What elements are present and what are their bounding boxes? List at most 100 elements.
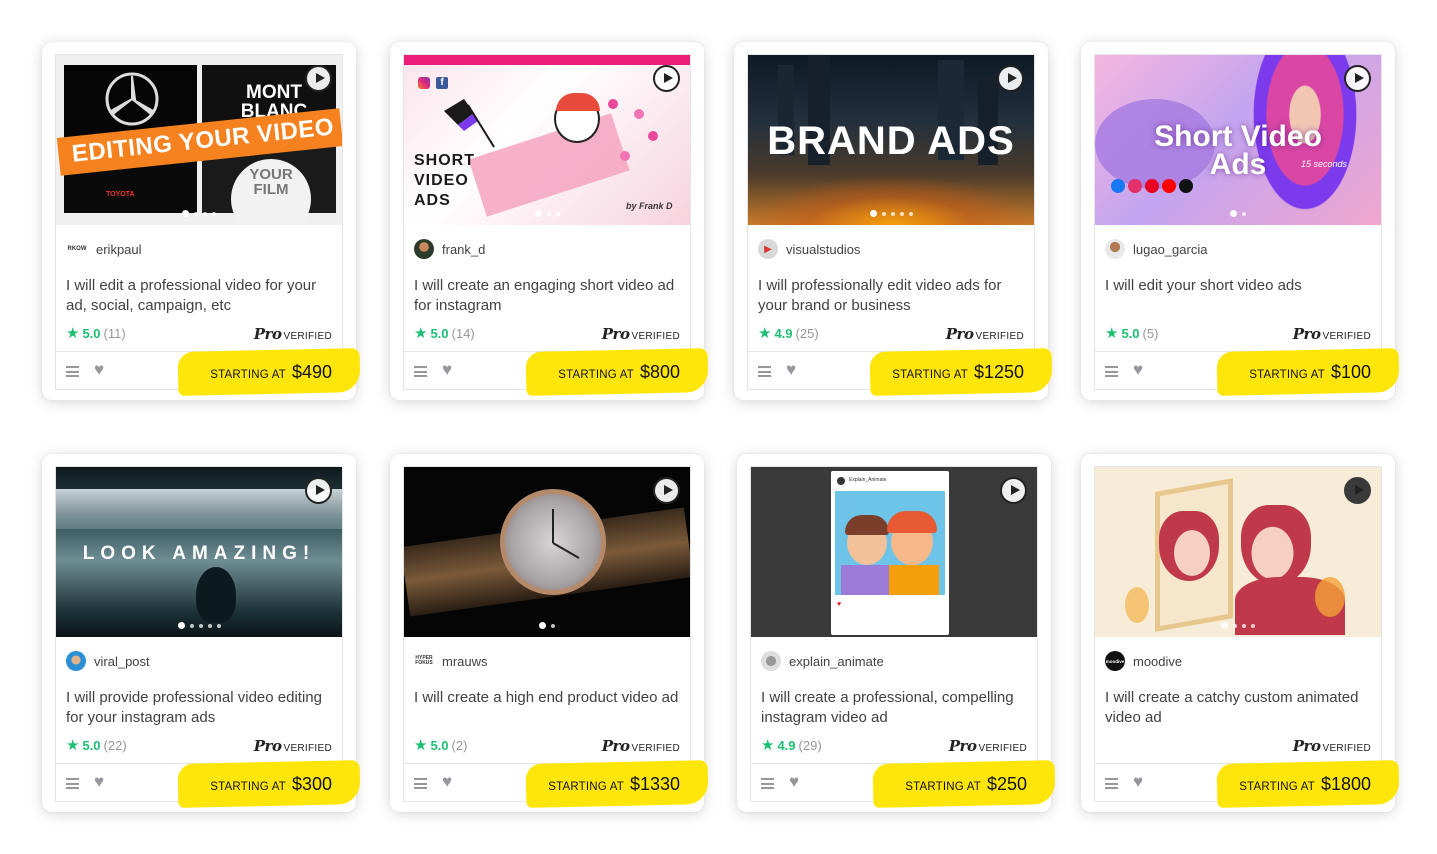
- gig-card[interactable]: LOOK AMAZING! viral_post I will provide …: [42, 454, 361, 812]
- pinterest-icon: [1145, 179, 1159, 193]
- seller-info[interactable]: moodive moodive: [1105, 651, 1182, 671]
- gig-thumbnail[interactable]: Explain_Animate ♥: [751, 467, 1037, 637]
- seller-name[interactable]: mrauws: [442, 654, 488, 669]
- gig-title[interactable]: I will create an engaging short video ad…: [414, 276, 682, 316]
- slide-dots[interactable]: [1095, 622, 1381, 629]
- gig-card[interactable]: MONT BLANC EDITING YOUR VIDEO TOYOTA YOU…: [42, 42, 361, 400]
- seller-info[interactable]: frank_d: [414, 239, 485, 259]
- slide-dots[interactable]: [404, 210, 690, 217]
- gig-card[interactable]: Explain_Animate ♥ explain_animate I will…: [737, 454, 1056, 812]
- play-icon[interactable]: [653, 65, 680, 92]
- heart-icon[interactable]: ♥: [442, 361, 452, 378]
- star-icon: ★: [66, 737, 80, 754]
- heart-icon[interactable]: ♥: [1133, 361, 1143, 378]
- gig-thumbnail[interactable]: f SHORT VIDEO ADS by Frank D: [404, 55, 690, 225]
- gig-title[interactable]: I will professionally edit video ads for…: [758, 276, 1026, 316]
- gig-card[interactable]: HYPER FOKUS mrauws I will create a high …: [390, 454, 709, 812]
- slide-dots[interactable]: [748, 210, 1034, 217]
- gig-thumbnail[interactable]: [404, 467, 690, 637]
- gig-title[interactable]: I will edit your short video ads: [1105, 276, 1373, 296]
- gig-thumbnail[interactable]: LOOK AMAZING!: [56, 467, 342, 637]
- seller-info[interactable]: viral_post: [66, 651, 150, 671]
- play-icon[interactable]: [1344, 477, 1371, 504]
- seller-info[interactable]: lugao_garcia: [1105, 239, 1207, 259]
- rating-value: 5.0: [82, 738, 101, 753]
- gig-title[interactable]: I will provide professional video editin…: [66, 688, 334, 728]
- seller-info[interactable]: RKOW erikpaul: [66, 239, 142, 259]
- menu-icon[interactable]: [761, 778, 774, 789]
- menu-icon[interactable]: [1105, 366, 1118, 377]
- star-icon: ★: [758, 325, 772, 342]
- seller-name[interactable]: explain_animate: [789, 654, 884, 669]
- gig-rating: ★ 5.0 (22): [66, 738, 127, 753]
- price[interactable]: STARTING AT $800: [558, 362, 680, 383]
- pro-logo: Pro: [945, 325, 974, 343]
- menu-icon[interactable]: [66, 366, 79, 377]
- seller-name[interactable]: lugao_garcia: [1133, 242, 1207, 257]
- price[interactable]: STARTING AT $490: [210, 362, 332, 383]
- play-icon[interactable]: [1000, 477, 1027, 504]
- gig-title[interactable]: I will create a catchy custom animated v…: [1105, 688, 1373, 728]
- slide-dots[interactable]: [1095, 210, 1381, 217]
- seller-name[interactable]: frank_d: [442, 242, 485, 257]
- seller-name[interactable]: erikpaul: [96, 242, 142, 257]
- card-footer: ♥ STARTING AT $800: [404, 348, 709, 396]
- gig-thumbnail[interactable]: Short Video Ads 15 seconds: [1095, 55, 1381, 225]
- price[interactable]: STARTING AT $300: [210, 774, 332, 795]
- seller-name[interactable]: viral_post: [94, 654, 150, 669]
- starting-at-label: STARTING AT: [548, 781, 624, 793]
- headline-overlay-text: SHORT VIDEO ADS: [414, 152, 475, 209]
- menu-icon[interactable]: [66, 778, 79, 789]
- price-value: $490: [291, 362, 332, 382]
- card-footer: ♥ STARTING AT $490: [56, 348, 361, 396]
- heart-icon[interactable]: ♥: [1133, 773, 1143, 790]
- seller-avatar: [1105, 239, 1125, 259]
- gig-card[interactable]: f SHORT VIDEO ADS by Frank D frank_d I w…: [390, 42, 709, 400]
- gig-card[interactable]: moodive moodive I will create a catchy c…: [1081, 454, 1400, 812]
- price-value: $1800: [1320, 774, 1371, 794]
- menu-icon[interactable]: [758, 366, 771, 377]
- price-value: $300: [291, 774, 332, 794]
- gig-title[interactable]: I will create a high end product video a…: [414, 688, 682, 708]
- rating-value: 5.0: [430, 738, 449, 753]
- menu-icon[interactable]: [1105, 778, 1118, 789]
- gig-thumbnail[interactable]: MONT BLANC EDITING YOUR VIDEO TOYOTA YOU…: [56, 55, 342, 225]
- heart-icon[interactable]: ♥: [786, 361, 796, 378]
- price[interactable]: STARTING AT $1330: [548, 774, 680, 795]
- seller-name[interactable]: moodive: [1133, 654, 1182, 669]
- seller-info[interactable]: explain_animate: [761, 651, 884, 671]
- play-icon[interactable]: [305, 477, 332, 504]
- seller-name[interactable]: visualstudios: [786, 242, 860, 257]
- headline-overlay-text: LOOK AMAZING!: [82, 543, 316, 564]
- gig-thumbnail[interactable]: [1095, 467, 1381, 637]
- heart-icon[interactable]: ♥: [94, 361, 104, 378]
- menu-icon[interactable]: [414, 778, 427, 789]
- price[interactable]: STARTING AT $1250: [892, 362, 1024, 383]
- star-icon: ★: [414, 325, 428, 342]
- heart-icon[interactable]: ♥: [94, 773, 104, 790]
- price[interactable]: STARTING AT $1800: [1239, 774, 1371, 795]
- slide-dots[interactable]: [404, 622, 690, 629]
- seller-info[interactable]: HYPER FOKUS mrauws: [414, 651, 488, 671]
- play-icon[interactable]: [997, 65, 1024, 92]
- heart-icon[interactable]: ♥: [789, 773, 799, 790]
- gig-thumbnail[interactable]: BRAND ADS: [748, 55, 1034, 225]
- gig-title[interactable]: I will edit a professional video for you…: [66, 276, 334, 316]
- price[interactable]: STARTING AT $100: [1249, 362, 1371, 383]
- play-icon[interactable]: [653, 477, 680, 504]
- seller-info[interactable]: ▶ visualstudios: [758, 239, 860, 259]
- price[interactable]: STARTING AT $250: [905, 774, 1027, 795]
- pro-verified-badge: Pro VERIFIED: [254, 737, 332, 755]
- card-footer: ♥ STARTING AT $1250: [748, 348, 1053, 396]
- play-icon[interactable]: [1344, 65, 1371, 92]
- film-overlay-text: YOUR FILM: [249, 166, 293, 198]
- gig-card[interactable]: BRAND ADS ▶ visualstudios I will profess…: [734, 42, 1053, 400]
- gig-title[interactable]: I will create a professional, compelling…: [761, 688, 1029, 728]
- play-icon[interactable]: [305, 65, 332, 92]
- slide-dots[interactable]: [56, 210, 342, 217]
- menu-icon[interactable]: [414, 366, 427, 377]
- slide-dots[interactable]: [56, 622, 342, 629]
- headline-overlay-text: BRAND ADS: [767, 119, 1015, 163]
- gig-card[interactable]: Short Video Ads 15 seconds lugao_garcia …: [1081, 42, 1400, 400]
- heart-icon[interactable]: ♥: [442, 773, 452, 790]
